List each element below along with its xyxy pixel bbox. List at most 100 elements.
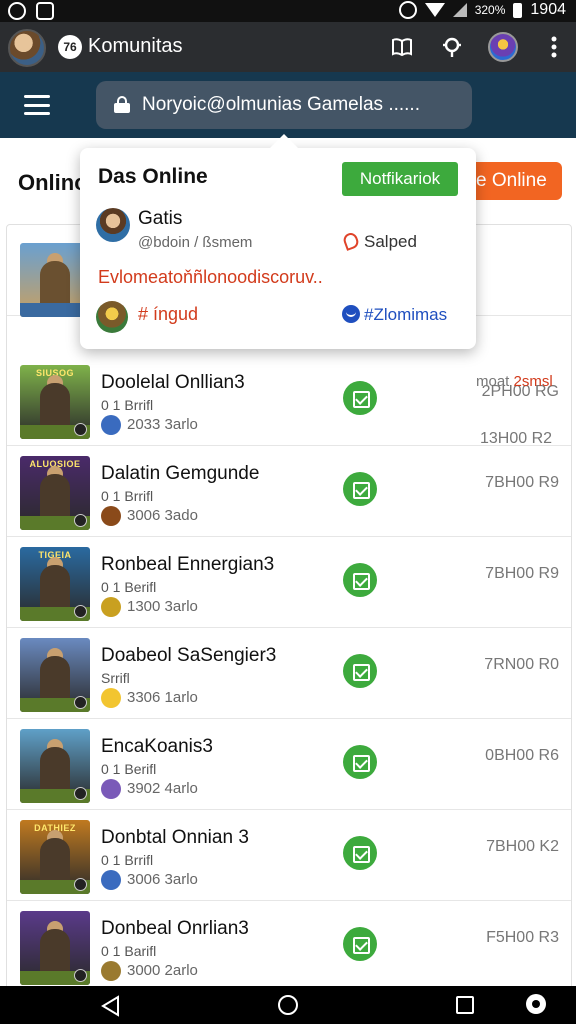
badge-icon xyxy=(74,878,87,891)
badge-icon xyxy=(74,696,87,709)
list-item[interactable]: DATHIEZ Donbtal Onnian 3 0 1 Brrifl 3006 3a… xyxy=(7,810,571,901)
game-title: Donbeal Onrlian3 xyxy=(101,918,249,939)
author-avatar xyxy=(101,779,121,799)
badge-icon xyxy=(74,969,87,982)
popup-tag-1[interactable]: # íngud xyxy=(138,304,198,325)
game-subtitle: 0 1 Barifl xyxy=(101,943,157,959)
user-avatar[interactable] xyxy=(8,29,46,67)
game-time: 7RN00 R0 xyxy=(484,656,559,673)
join-icon[interactable] xyxy=(343,563,377,597)
game-subtitle: 0 1 Berifl xyxy=(101,579,157,595)
online-button[interactable]: e Online xyxy=(462,162,562,200)
battery-icon xyxy=(513,2,523,18)
search-text: Noryoic@olmunias Gamelas ...... xyxy=(142,94,420,115)
profile-icon[interactable] xyxy=(488,32,518,62)
status-bar: 320% 1904 xyxy=(0,0,576,22)
game-thumbnail: TIGEIA xyxy=(20,547,90,621)
system-nav-bar xyxy=(0,986,576,1024)
list-item[interactable]: ALUOSIOE Dalatin Gemgunde 0 1 Brrifl 3006 3… xyxy=(7,446,571,537)
badge-icon xyxy=(74,605,87,618)
lock-icon xyxy=(114,96,130,113)
clock: 1904 xyxy=(530,1,566,18)
game-thumbnail: SIUSOG xyxy=(20,365,90,439)
game-subtitle: 0 1 Brrifl xyxy=(101,852,154,868)
game-title: Doabeol SaSengier3 xyxy=(101,645,277,666)
game-thumbnail xyxy=(20,911,90,985)
notification-icon xyxy=(8,2,26,20)
app-bar: 76 Komunitas xyxy=(0,22,576,72)
app-logo: 76 xyxy=(58,35,82,59)
settings-icon[interactable] xyxy=(526,994,546,1014)
list-item[interactable]: Donbeal Onrlian3 0 1 Barifl 3000 2arlo F5H0… xyxy=(7,901,571,992)
join-icon[interactable] xyxy=(343,381,377,415)
list-item[interactable]: EncaKoanis3 0 1 Berifl 3902 4arlo 0BH00 R6 xyxy=(7,719,571,810)
join-icon[interactable] xyxy=(343,927,377,961)
game-thumbnail xyxy=(20,638,90,712)
back-icon[interactable] xyxy=(100,995,122,1022)
smile-icon xyxy=(342,305,360,323)
notify-button[interactable]: Notfikariok xyxy=(342,162,458,196)
game-meta: 3902 4arlo xyxy=(101,779,198,799)
recents-icon[interactable] xyxy=(456,996,474,1014)
game-title: Donbtal Onnian 3 xyxy=(101,827,249,848)
location-pin-icon[interactable] xyxy=(438,33,466,61)
alarm-icon xyxy=(398,1,417,19)
author-avatar xyxy=(101,597,121,617)
home-icon[interactable] xyxy=(278,995,298,1015)
partial-row-time: 13H00 R2 xyxy=(480,430,553,447)
author-avatar xyxy=(101,415,121,435)
game-meta: 3306 1arlo xyxy=(101,688,198,708)
author-avatar xyxy=(101,870,121,890)
join-icon[interactable] xyxy=(343,836,377,870)
book-icon[interactable] xyxy=(388,33,416,61)
game-thumbnail xyxy=(20,729,90,803)
popup-user-avatar[interactable] xyxy=(96,208,130,242)
game-time: 7BH00 K2 xyxy=(486,838,559,855)
app-title: Komunitas xyxy=(88,35,183,57)
signal-icon xyxy=(452,3,467,17)
popup-tag-2[interactable]: #Zlomimas xyxy=(342,305,447,325)
gallery-icon xyxy=(36,2,54,20)
game-title: Dalatin Gemgunde xyxy=(101,463,260,484)
game-meta: 3006 3ado xyxy=(101,506,198,526)
game-meta: 3006 3arlo xyxy=(101,870,198,890)
list-item[interactable]: Doabeol SaSengier3 Srrifl 3306 1arlo 7RN00 … xyxy=(7,628,571,719)
game-title: Doolelal Onllian3 xyxy=(101,372,245,393)
game-title: EncaKoanis3 xyxy=(101,736,213,757)
partial-row-text: moat 2smsl xyxy=(476,373,553,390)
pin-icon xyxy=(341,231,361,251)
join-icon[interactable] xyxy=(343,472,377,506)
page-heading: Onlinc xyxy=(18,170,87,195)
game-thumbnail: DATHIEZ xyxy=(20,820,90,894)
game-thumbnail: ALUOSIOE xyxy=(20,456,90,530)
online-popup: Das Online Notfikariok Gatis @bdoin / ßs… xyxy=(80,134,476,349)
join-icon[interactable] xyxy=(343,745,377,779)
popup-description[interactable]: Evlomeatoňñlonoodiscoruv.. xyxy=(98,267,323,288)
game-time: F5H00 R3 xyxy=(486,929,559,946)
popup-user-name[interactable]: Gatis xyxy=(138,208,182,230)
game-subtitle: 0 1 Berifl xyxy=(101,761,157,777)
popup-title: Das Online xyxy=(98,165,208,188)
search-field[interactable]: Noryoic@olmunias Gamelas ...... xyxy=(96,81,472,129)
author-avatar xyxy=(101,688,121,708)
game-subtitle: 0 1 Brrifl xyxy=(101,397,154,413)
badge-icon xyxy=(74,514,87,527)
author-avatar xyxy=(101,961,121,981)
game-time: 0BH00 R6 xyxy=(485,747,559,764)
game-time: 7BH00 R9 xyxy=(485,565,559,582)
join-icon[interactable] xyxy=(343,654,377,688)
battery-percent: 320% xyxy=(474,3,506,17)
game-time: 7BH00 R9 xyxy=(485,474,559,491)
list-item[interactable]: TIGEIA Ronbeal Ennergian3 0 1 Berifl 1300 3… xyxy=(7,537,571,628)
game-meta: 3000 2arlo xyxy=(101,961,198,981)
badge-icon xyxy=(74,423,87,436)
wifi-icon xyxy=(424,3,445,17)
author-avatar xyxy=(101,506,121,526)
popup-user-handle: @bdoin / ßsmem xyxy=(138,234,253,251)
more-icon[interactable] xyxy=(540,33,568,61)
game-meta: 1300 3arlo xyxy=(101,597,198,617)
game-meta: 2033 3arlo xyxy=(101,415,198,435)
badge-icon xyxy=(74,787,87,800)
popup-status[interactable]: Salped xyxy=(341,231,417,252)
menu-icon[interactable] xyxy=(24,95,50,115)
